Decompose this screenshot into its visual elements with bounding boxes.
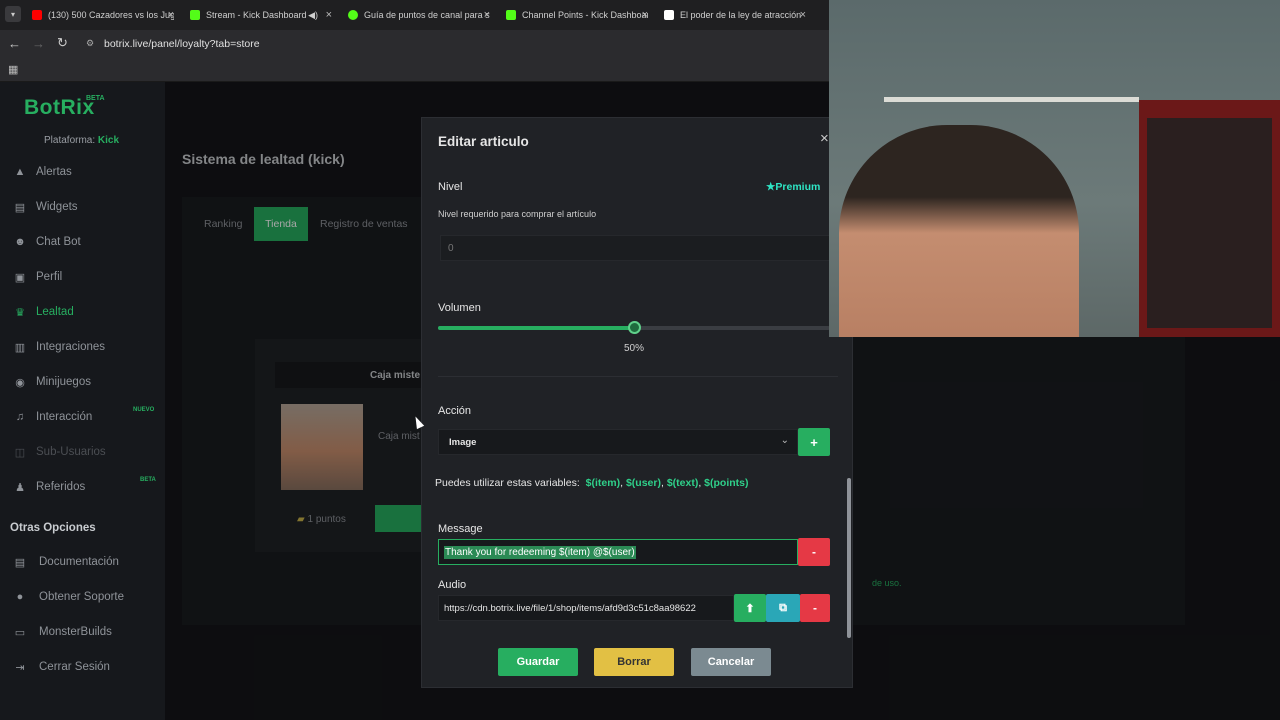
cancel-button[interactable]: Cancelar bbox=[691, 648, 771, 676]
sidebar-item-referidos[interactable]: ♟ Referidos bbox=[14, 481, 85, 494]
save-button[interactable]: Guardar bbox=[498, 648, 578, 676]
kick-icon bbox=[506, 10, 516, 20]
modal-scrollbar[interactable] bbox=[847, 478, 851, 638]
remove-message-button[interactable]: - bbox=[798, 538, 830, 566]
add-action-button[interactable]: + bbox=[798, 428, 830, 456]
message-label: Message bbox=[438, 523, 483, 535]
sidebar-item-cerrar-sesion[interactable]: ⇥ Cerrar Sesión bbox=[14, 661, 110, 674]
audio-input[interactable]: https://cdn.botrix.live/file/1/shop/item… bbox=[438, 595, 734, 621]
volume-label: Volumen bbox=[438, 302, 481, 314]
close-icon[interactable]: × bbox=[484, 9, 490, 21]
var-user: $(user) bbox=[625, 477, 661, 489]
action-label: Acción bbox=[438, 405, 472, 417]
forward-icon[interactable]: → bbox=[32, 36, 45, 51]
tab-list-icon[interactable]: ▾ bbox=[5, 6, 21, 22]
volume-thumb[interactable] bbox=[628, 321, 641, 334]
url-field[interactable]: botrix.live/panel/loyalty?tab=store bbox=[104, 38, 260, 50]
gamepad-icon: ◉ bbox=[15, 376, 25, 389]
sidebar-item-integraciones[interactable]: ▥ Integraciones bbox=[14, 341, 105, 354]
shelf-inner bbox=[1147, 118, 1272, 328]
close-icon[interactable]: × bbox=[800, 9, 806, 21]
volume-value: 50% bbox=[624, 343, 645, 354]
site-info-icon[interactable]: ⚙ bbox=[86, 38, 94, 49]
close-icon[interactable]: × bbox=[326, 9, 332, 21]
remove-audio-button[interactable]: - bbox=[800, 594, 830, 622]
close-icon[interactable]: × bbox=[820, 130, 829, 147]
volume-slider[interactable] bbox=[438, 321, 830, 334]
browser-tab[interactable]: Stream - Kick Dashboard ◀) × bbox=[190, 4, 332, 26]
level-input[interactable] bbox=[440, 235, 830, 261]
sidebar-item-interaccion[interactable]: ♫ Interacción bbox=[14, 411, 92, 423]
widgets-icon: ▤ bbox=[14, 201, 26, 214]
robot-icon: ☻ bbox=[14, 236, 26, 248]
sidebar-item-soporte[interactable]: ● Obtener Soporte bbox=[14, 591, 124, 603]
monitor-icon: ▭ bbox=[14, 626, 26, 639]
tiktok-icon bbox=[664, 10, 674, 20]
browser-tab[interactable]: Channel Points - Kick Dashboard × bbox=[506, 4, 648, 26]
close-icon[interactable]: × bbox=[168, 9, 174, 21]
library-icon: ⧉ bbox=[779, 601, 787, 614]
help-icon: ● bbox=[16, 591, 24, 603]
sidebar-item-monsterbuilds[interactable]: ▭ MonsterBuilds bbox=[14, 626, 112, 639]
apps-icon[interactable]: ▦ bbox=[8, 63, 18, 76]
message-input[interactable]: Thank you for redeeming $(item) @$(user) bbox=[438, 539, 798, 565]
divider bbox=[438, 376, 838, 377]
sidebar: BotRix BETA Plataforma: Kick ▲ Alertas ▤ W… bbox=[0, 82, 165, 720]
referrals-icon: ♟ bbox=[15, 481, 25, 494]
wall-rail bbox=[884, 97, 1139, 102]
subusers-icon: ◫ bbox=[14, 446, 26, 459]
sidebar-item-widgets[interactable]: ▤ Widgets bbox=[14, 201, 78, 214]
logo-badge: BETA bbox=[86, 95, 105, 102]
var-text: $(text) bbox=[666, 477, 699, 489]
var-points: $(points) bbox=[704, 477, 749, 489]
integrations-icon: ▥ bbox=[14, 341, 26, 354]
reload-icon[interactable]: ↻ bbox=[57, 35, 68, 51]
profile-icon: ▣ bbox=[14, 271, 26, 284]
browser-tab[interactable]: (130) 500 Cazadores vs los Jugad × bbox=[32, 4, 174, 26]
webcam-overlay bbox=[829, 0, 1280, 337]
new-badge: NUEVO bbox=[133, 407, 155, 413]
chevron-down-icon: ⌄ bbox=[780, 435, 789, 446]
beta-badge: BETA bbox=[140, 477, 156, 483]
star-icon: ★ bbox=[766, 181, 776, 193]
library-button[interactable]: ⧉ bbox=[766, 594, 800, 622]
sidebar-item-chat-bot[interactable]: ☻ Chat Bot bbox=[14, 236, 81, 248]
sidebar-item-minijuegos[interactable]: ◉ Minijuegos bbox=[14, 376, 91, 389]
music-icon: ♫ bbox=[15, 411, 25, 423]
youtube-icon bbox=[32, 10, 42, 20]
logo[interactable]: BotRix BETA bbox=[24, 95, 105, 120]
platform-label: Plataforma: Kick bbox=[44, 135, 120, 146]
delete-button[interactable]: Borrar bbox=[594, 648, 674, 676]
kick-icon bbox=[190, 10, 200, 20]
alert-icon: ▲ bbox=[14, 166, 26, 178]
sidebar-item-documentacion[interactable]: ▤ Documentación bbox=[14, 556, 119, 569]
upload-icon: ⬆ bbox=[745, 602, 755, 615]
premium-badge: ★Premium bbox=[766, 181, 821, 193]
audio-label: Audio bbox=[438, 579, 467, 591]
modal-title: Editar articulo bbox=[438, 134, 529, 149]
upload-button[interactable]: ⬆ bbox=[734, 594, 766, 622]
logout-icon: ⇥ bbox=[15, 661, 25, 674]
back-icon[interactable]: ← bbox=[8, 36, 21, 51]
person bbox=[839, 125, 1079, 337]
sidebar-item-sub-usuarios[interactable]: ◫ Sub-Usuarios bbox=[14, 446, 106, 459]
sidebar-item-perfil[interactable]: ▣ Perfil bbox=[14, 271, 62, 284]
botrix-icon bbox=[348, 10, 358, 20]
close-icon[interactable]: × bbox=[642, 9, 648, 21]
sidebar-item-lealtad[interactable]: ♛ Lealtad bbox=[14, 306, 74, 319]
variables-help: Puedes utilizar estas variables: $(item)… bbox=[435, 477, 749, 489]
trophy-icon: ♛ bbox=[15, 306, 25, 319]
docs-icon: ▤ bbox=[14, 556, 26, 569]
edit-item-modal: Editar articulo × Nivel ★Premium Nivel r… bbox=[421, 117, 853, 688]
sidebar-item-alertas[interactable]: ▲ Alertas bbox=[14, 166, 72, 178]
action-select[interactable]: Image ⌄ bbox=[438, 429, 798, 455]
level-help: Nivel requerido para comprar el artículo bbox=[438, 209, 597, 219]
browser-tab[interactable]: El poder de la ley de atracción × bbox=[664, 4, 806, 26]
volume-fill bbox=[438, 326, 634, 330]
speaker-icon: ◀) bbox=[308, 9, 318, 20]
level-label: Nivel bbox=[438, 181, 463, 193]
section-title: Otras Opciones bbox=[10, 522, 96, 534]
browser-tab[interactable]: Guía de puntos de canal para st × bbox=[348, 4, 490, 26]
var-item: $(item) bbox=[585, 477, 621, 489]
